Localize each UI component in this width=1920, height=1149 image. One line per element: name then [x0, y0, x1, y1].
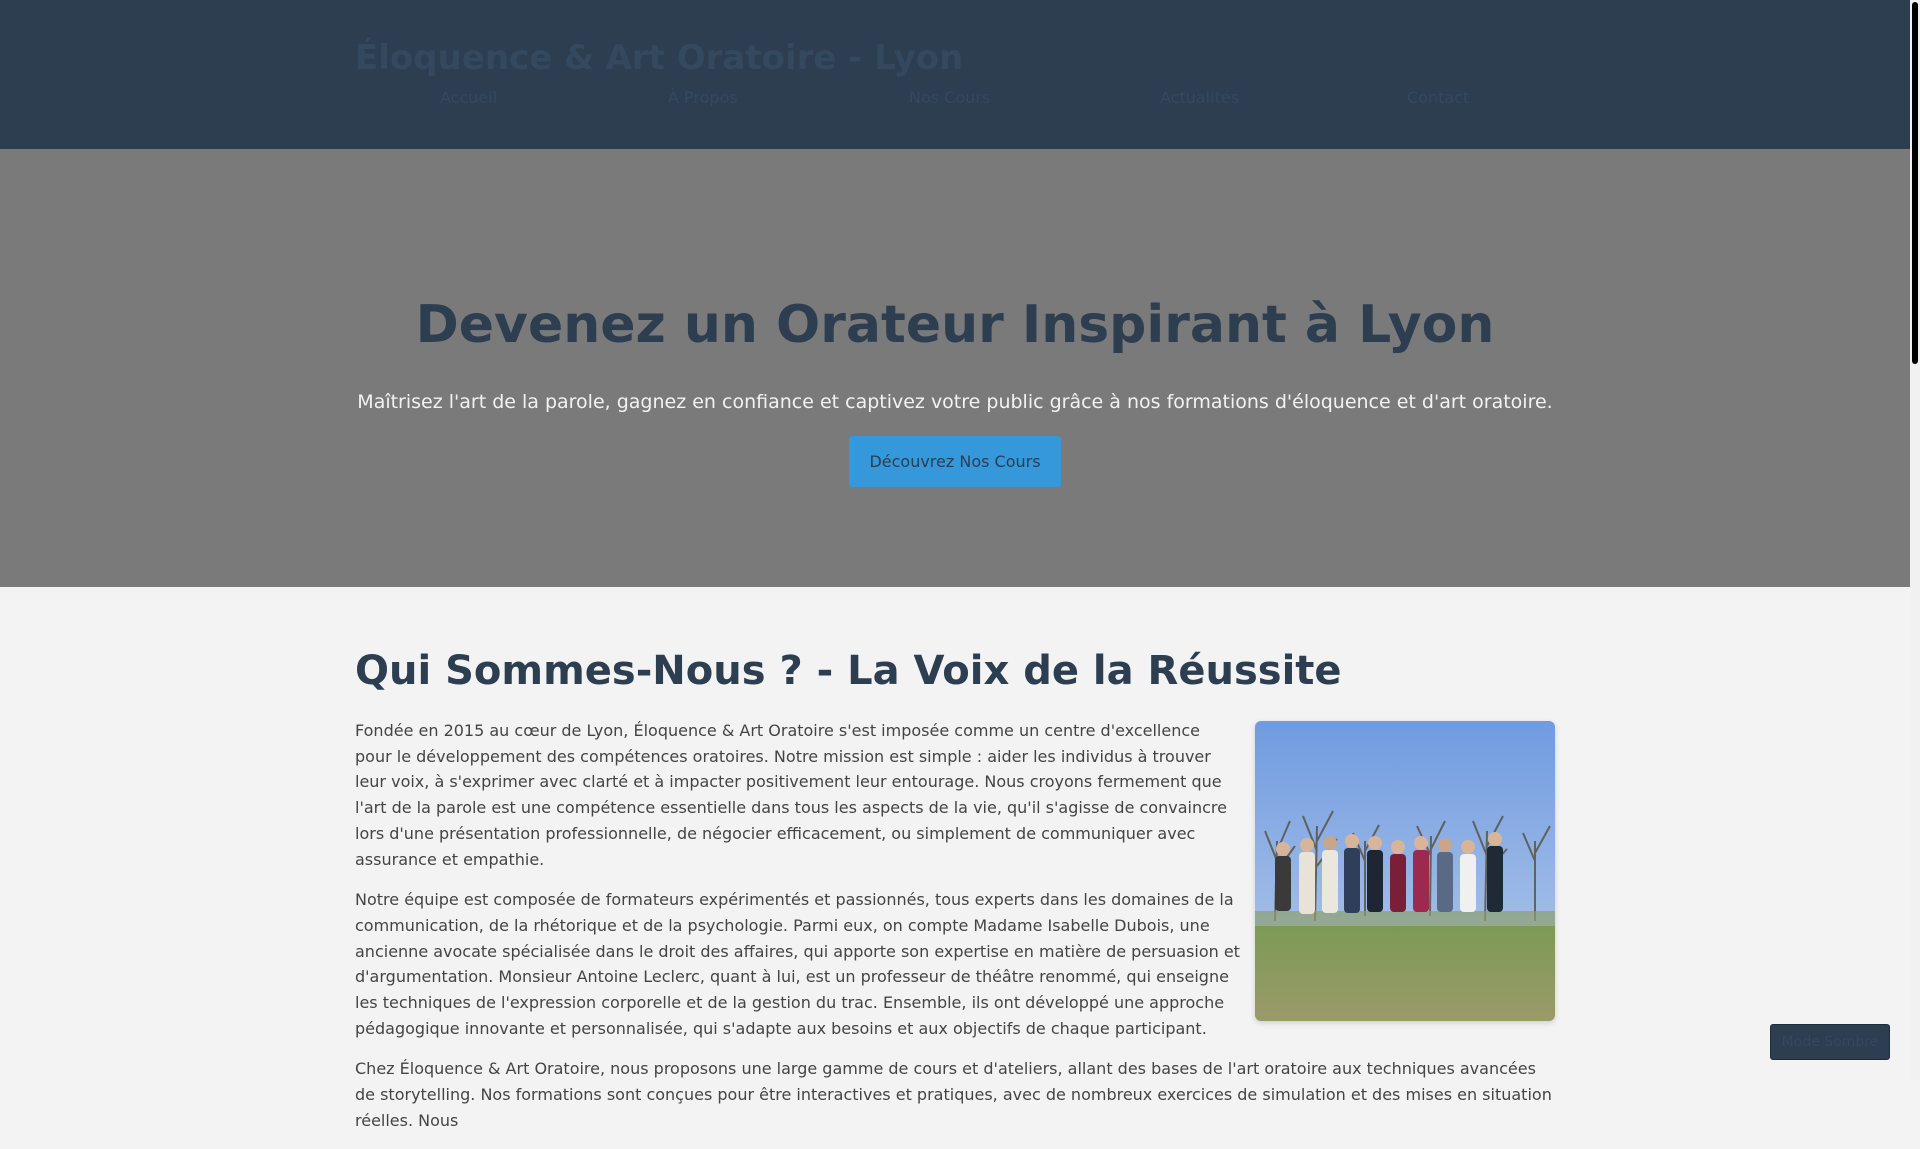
about-text: Fondée en 2015 au cœur de Lyon, Éloquenc… — [355, 718, 1552, 1149]
page-scrollbar[interactable] — [1910, 0, 1920, 1080]
scrollbar-thumb[interactable] — [1912, 2, 1918, 364]
nav-link-accueil[interactable]: Accueil — [440, 88, 497, 107]
nav-link-contact[interactable]: Contact — [1407, 88, 1469, 107]
hero-subtitle: Maîtrisez l'art de la parole, gagnez en … — [357, 391, 1553, 413]
nav-link-a-propos[interactable]: À Propos — [668, 88, 738, 107]
site-title[interactable]: Éloquence & Art Oratoire - Lyon — [355, 38, 963, 78]
nav-link-actualites[interactable]: Actualités — [1160, 88, 1239, 107]
hero-title: Devenez un Orateur Inspirant à Lyon — [415, 295, 1495, 355]
main-nav: Accueil À Propos Nos Cours Actualités Co… — [355, 88, 1555, 110]
team-photo — [1255, 721, 1555, 1021]
about-paragraph: Notre équipe est composée de formateurs … — [355, 890, 1240, 1038]
hero-section: Devenez un Orateur Inspirant à Lyon Maît… — [0, 149, 1910, 587]
site-header: Éloquence & Art Oratoire - Lyon Accueil … — [0, 0, 1910, 149]
about-paragraph: Chez Éloquence & Art Oratoire, nous prop… — [355, 1059, 1552, 1130]
nav-link-nos-cours[interactable]: Nos Cours — [909, 88, 990, 107]
discover-courses-button[interactable]: Découvrez Nos Cours — [849, 436, 1061, 487]
about-paragraph: Fondée en 2015 au cœur de Lyon, Éloquenc… — [355, 721, 1227, 869]
dark-mode-button[interactable]: Mode Sombre — [1770, 1024, 1890, 1060]
about-title: Qui Sommes-Nous ? - La Voix de la Réussi… — [355, 648, 1342, 694]
